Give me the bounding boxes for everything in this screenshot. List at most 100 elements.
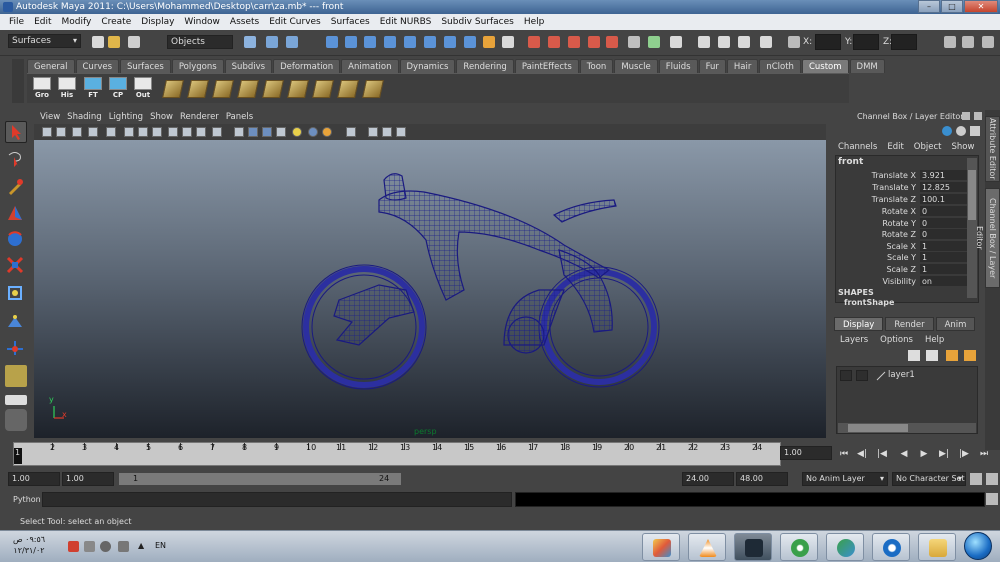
- make-live-icon[interactable]: [404, 36, 416, 48]
- rotate-tool-icon[interactable]: [5, 229, 27, 251]
- step-forward-frame-icon[interactable]: |▶: [958, 449, 970, 460]
- menu-edit-curves[interactable]: Edit Curves: [264, 14, 326, 30]
- bookmarks-icon[interactable]: [72, 127, 82, 137]
- wireframe-on-shaded-icon[interactable]: [262, 127, 272, 137]
- new-layer-selected-icon[interactable]: [964, 350, 976, 361]
- panel-menu-lighting[interactable]: Lighting: [109, 110, 150, 124]
- command-language-label[interactable]: Python: [13, 495, 41, 504]
- render-current-frame-icon[interactable]: [528, 36, 540, 48]
- smooth-shade-icon[interactable]: [248, 127, 258, 137]
- outliner-layout-icon[interactable]: [5, 409, 27, 431]
- toggle-tool-settings-icon[interactable]: [962, 36, 974, 48]
- shelf-tool-icon-3[interactable]: [212, 80, 234, 98]
- playback-end-time-field[interactable]: 24.00: [682, 472, 734, 486]
- maximize-button[interactable]: □: [941, 0, 963, 13]
- show-tool-settings-icon[interactable]: [648, 36, 660, 48]
- command-input[interactable]: [42, 492, 512, 507]
- move-layer-down-icon[interactable]: [926, 350, 938, 361]
- taskbar-vlc-button[interactable]: [688, 533, 726, 561]
- layer-visibility-toggle[interactable]: [840, 370, 852, 381]
- new-scene-icon[interactable]: [92, 36, 104, 48]
- taskbar-maya-button[interactable]: [734, 533, 772, 561]
- construction-history-icon[interactable]: [464, 36, 476, 48]
- selection-mask-objects[interactable]: Objects: [167, 35, 233, 49]
- toggle-sidebar-icon[interactable]: [944, 36, 956, 48]
- channel-box-icon-2[interactable]: [956, 126, 966, 136]
- auto-key-icon[interactable]: [970, 473, 982, 485]
- shelf-menu-icon[interactable]: [12, 59, 24, 103]
- panel-menu-show[interactable]: Show: [150, 110, 180, 124]
- show-channel-box-icon[interactable]: [670, 36, 682, 48]
- attr-rotate-z[interactable]: Rotate Z0: [838, 229, 968, 240]
- go-to-start-icon[interactable]: ⏮: [838, 449, 850, 460]
- shelf-tab-deformation[interactable]: Deformation: [273, 59, 341, 73]
- shelf-button-ft[interactable]: FT: [83, 77, 103, 102]
- current-time-field[interactable]: 1.00: [780, 446, 832, 460]
- z-field[interactable]: [891, 34, 917, 50]
- panel-menu-panels[interactable]: Panels: [226, 110, 260, 124]
- tab-attribute-editor[interactable]: Attribute Editor: [985, 116, 1000, 182]
- shelf-tool-icon-5[interactable]: [262, 80, 284, 98]
- cb-menu-channels[interactable]: Channels: [838, 140, 877, 154]
- hypershade-icon[interactable]: [606, 36, 618, 48]
- viewport-front[interactable]: y x persp: [34, 140, 826, 438]
- shelf-tab-subdivs[interactable]: Subdivs: [224, 59, 273, 73]
- play-backwards-icon[interactable]: ◀: [898, 449, 910, 460]
- toggle-channel-box-icon[interactable]: [982, 36, 994, 48]
- snap-curve-icon[interactable]: [345, 36, 357, 48]
- input-ops-icon[interactable]: [424, 36, 436, 48]
- shelf-button-gro[interactable]: Gro: [32, 77, 52, 102]
- le-menu-options[interactable]: Options: [880, 333, 913, 347]
- shelf-tab-curves[interactable]: Curves: [75, 59, 120, 73]
- relative-transform-icon[interactable]: [738, 36, 750, 48]
- taskbar-explorer-button[interactable]: [918, 533, 956, 561]
- taskbar-utorrent-button[interactable]: [780, 533, 818, 561]
- script-editor-icon[interactable]: [986, 493, 998, 505]
- render-settings-icon[interactable]: [502, 36, 514, 48]
- anim-layer-dropdown[interactable]: No Anim Layer: [802, 472, 888, 486]
- x-field[interactable]: [815, 34, 841, 50]
- layout-single-icon[interactable]: [5, 395, 27, 405]
- move-layer-up-icon[interactable]: [908, 350, 920, 361]
- shelf-button-his[interactable]: His: [57, 77, 77, 102]
- cb-menu-object[interactable]: Object: [914, 140, 942, 154]
- shelf-button-cp[interactable]: CP: [108, 77, 128, 102]
- range-slider[interactable]: 1 24: [118, 472, 402, 486]
- shelf-tool-icon-6[interactable]: [287, 80, 309, 98]
- tab-anim[interactable]: Anim: [935, 317, 976, 331]
- menu-subdiv-surfaces[interactable]: Subdiv Surfaces: [436, 14, 519, 30]
- absolute-transform-icon[interactable]: [718, 36, 730, 48]
- panel-menu-renderer[interactable]: Renderer: [180, 110, 226, 124]
- shelf-button-out[interactable]: Out: [133, 77, 153, 102]
- field-chart-icon[interactable]: [168, 127, 178, 137]
- current-frame-marker[interactable]: 1: [14, 448, 22, 464]
- show-attribute-editor-icon[interactable]: [628, 36, 640, 48]
- layer-row[interactable]: layer1: [838, 369, 976, 382]
- default-lighting-icon[interactable]: [292, 127, 302, 137]
- shelf-tab-ncloth[interactable]: nCloth: [759, 59, 801, 73]
- save-scene-icon[interactable]: [128, 36, 140, 48]
- shelf-tab-rendering[interactable]: Rendering: [456, 59, 514, 73]
- time-slider[interactable]: 2 3 4 5 6 7 8 9 10 11 12 13 14 15 16 17 …: [13, 442, 781, 466]
- panel-menu-view[interactable]: View: [40, 110, 67, 124]
- numeric-input-icon[interactable]: [788, 36, 800, 48]
- attr-rotate-y[interactable]: Rotate Y0: [838, 218, 968, 229]
- render-view-icon[interactable]: [568, 36, 580, 48]
- attr-translate-x[interactable]: Translate X 3.921: [838, 170, 968, 181]
- character-set-dropdown[interactable]: No Character Set: [892, 472, 966, 486]
- attr-translate-z[interactable]: Translate Z 100.1: [838, 194, 968, 205]
- shelf-tool-icon-4[interactable]: [237, 80, 259, 98]
- tab-display[interactable]: Display: [834, 317, 884, 331]
- taskbar-app-button[interactable]: [872, 533, 910, 561]
- gate-mask-icon[interactable]: [152, 127, 162, 137]
- show-hidden-icons-icon[interactable]: ▲: [138, 541, 149, 552]
- tab-render[interactable]: Render: [885, 317, 934, 331]
- step-back-frame-icon[interactable]: ◀|: [856, 449, 868, 460]
- shelf-tab-fur[interactable]: Fur: [698, 59, 726, 73]
- universal-manipulator-icon[interactable]: [5, 283, 27, 305]
- tab-channel-box-layer-editor[interactable]: Channel Box / Layer Editor: [975, 188, 1000, 288]
- attr-scale-z[interactable]: Scale Z1: [838, 264, 968, 275]
- attr-scale-y[interactable]: Scale Y1: [838, 252, 968, 263]
- volume-tray-icon[interactable]: [100, 541, 111, 552]
- select-component-icon[interactable]: [286, 36, 298, 48]
